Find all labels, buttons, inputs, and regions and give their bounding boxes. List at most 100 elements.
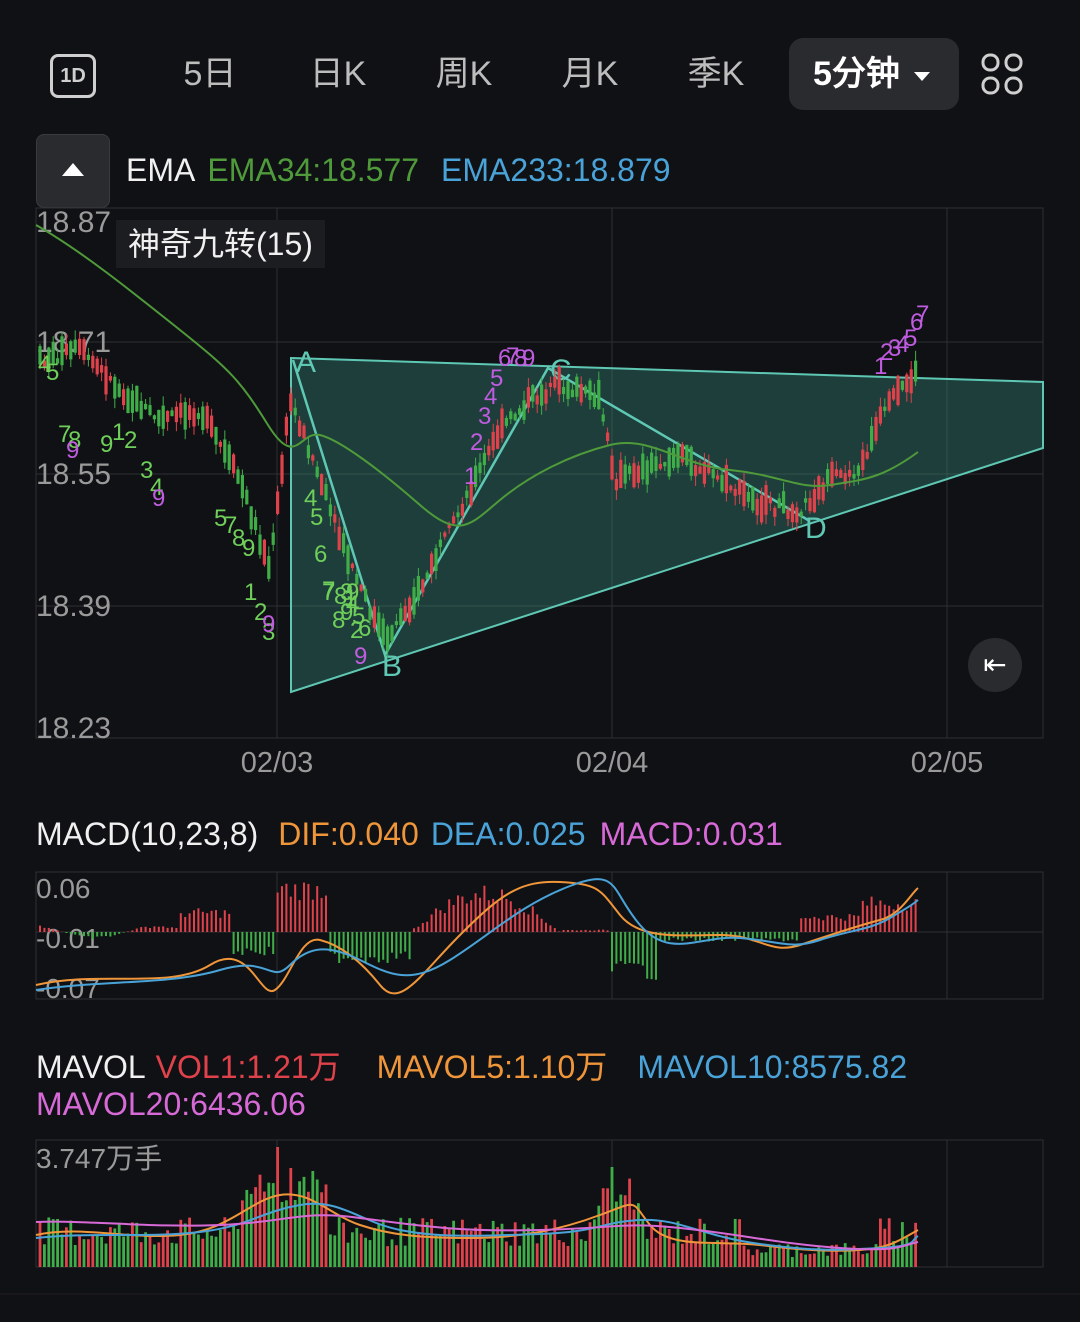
volume-bar <box>117 1222 121 1267</box>
candle-body <box>320 474 324 496</box>
candle-body <box>183 402 187 430</box>
volume-bar <box>421 1218 425 1267</box>
volume-bar <box>716 1240 719 1267</box>
macd-histogram-bar <box>470 900 473 932</box>
volume-bar <box>663 1225 667 1267</box>
candle-body <box>799 511 803 517</box>
candle-body <box>333 514 337 523</box>
volume-bar <box>258 1174 262 1267</box>
candle-body <box>694 465 698 477</box>
candle-body <box>223 439 227 463</box>
volume-bar <box>747 1249 750 1267</box>
macd-histogram-bar <box>56 930 59 932</box>
candle-body <box>531 385 535 402</box>
macd-legend-name: MACD(10,23,8) <box>36 816 259 852</box>
volume-bar <box>399 1217 403 1267</box>
macd-histogram-bar <box>131 930 134 932</box>
macd-histogram-bar <box>655 932 657 980</box>
macd-histogram-bar <box>347 932 349 959</box>
macd-histogram-bar <box>826 915 829 932</box>
dif-line <box>35 880 919 995</box>
macd-histogram-bar <box>839 918 842 932</box>
nine-turn-green-count: 5 <box>46 359 59 386</box>
candle-body <box>394 621 398 626</box>
macd-histogram-bar <box>395 932 398 959</box>
macd-histogram-bar <box>43 927 46 932</box>
candle-body <box>170 410 174 417</box>
volume-bar <box>694 1242 697 1267</box>
volume-bar <box>324 1184 328 1267</box>
volume-bar <box>588 1222 592 1267</box>
volume-bar <box>659 1220 662 1267</box>
candle-body <box>86 354 90 360</box>
volume-bar <box>443 1226 447 1267</box>
volume-frame <box>35 1139 1044 1268</box>
candle-body <box>408 597 412 623</box>
volume-bar <box>786 1244 790 1267</box>
macd-histogram-bar <box>140 927 143 932</box>
candle-body <box>812 489 816 513</box>
macd-histogram-bar <box>113 932 116 936</box>
candle-body <box>830 461 834 487</box>
collapse-to-latest-icon[interactable]: ⇤ <box>968 638 1022 692</box>
macd-histogram-bar <box>377 932 380 963</box>
macd-histogram-bar <box>795 932 798 941</box>
volume-bar <box>346 1242 350 1267</box>
nine-turn-purple-count: 9 <box>522 345 535 372</box>
volume-bar <box>95 1234 99 1267</box>
candle-body <box>108 375 112 381</box>
macd-histogram-bar <box>197 908 200 932</box>
volume-bar <box>412 1223 416 1267</box>
macd-histogram-bar <box>892 909 895 932</box>
macd-histogram-bar <box>888 905 891 932</box>
volume-bar <box>210 1235 213 1267</box>
volume-bar <box>870 1249 873 1267</box>
volume-bar <box>144 1232 147 1267</box>
macd-histogram-bar <box>751 932 754 942</box>
macd-histogram-bar <box>861 900 864 932</box>
volume-bar <box>892 1241 895 1267</box>
candle-body <box>513 413 517 421</box>
candle-body <box>905 374 909 393</box>
volume-bar <box>293 1199 297 1267</box>
volume-bar <box>777 1244 781 1267</box>
nine-turn-purple-count: 9 <box>354 643 367 670</box>
volume-bar <box>861 1254 865 1267</box>
volume-bar <box>51 1219 55 1267</box>
candle-body <box>60 336 64 366</box>
macd-histogram-bar <box>672 932 675 938</box>
candle-body <box>69 341 73 360</box>
macd-histogram-bar <box>127 931 129 932</box>
nine-turn-green-count: 2 <box>124 427 137 454</box>
volume-bar <box>645 1238 649 1267</box>
candle-body <box>650 452 654 473</box>
volume-bar <box>632 1209 636 1267</box>
candle-body <box>390 625 394 641</box>
nine-turn-indicator-label[interactable]: 神奇九转(15) <box>116 220 325 268</box>
volume-bar <box>491 1220 495 1267</box>
candle-body <box>575 376 579 397</box>
volume-bar <box>87 1239 90 1267</box>
macd-histogram-bar <box>914 899 917 932</box>
volume-bar <box>531 1223 535 1267</box>
macd-histogram-bar <box>813 916 816 932</box>
volume-bar <box>575 1232 579 1267</box>
triangle-pattern <box>290 356 1044 694</box>
candle-body <box>914 360 918 382</box>
volume-bar <box>738 1219 741 1267</box>
volume-bar <box>289 1168 293 1267</box>
price-chart[interactable]: 18.8718.7118.5518.3918.2302/03 02/04 02/05… <box>0 0 1080 800</box>
macd-histogram-bar <box>615 932 618 964</box>
candle-body <box>227 444 231 471</box>
volume-bar <box>650 1226 653 1267</box>
macd-histogram-bar <box>765 932 767 939</box>
volume-bar <box>795 1246 799 1267</box>
volume-bar <box>126 1233 130 1267</box>
volume-bar <box>901 1222 904 1267</box>
macd-histogram-bar <box>175 928 178 932</box>
candle-body <box>113 376 117 399</box>
macd-histogram-bar <box>690 932 693 938</box>
candle-body <box>381 618 385 645</box>
candle-body <box>764 485 768 515</box>
candle-body <box>342 533 346 554</box>
